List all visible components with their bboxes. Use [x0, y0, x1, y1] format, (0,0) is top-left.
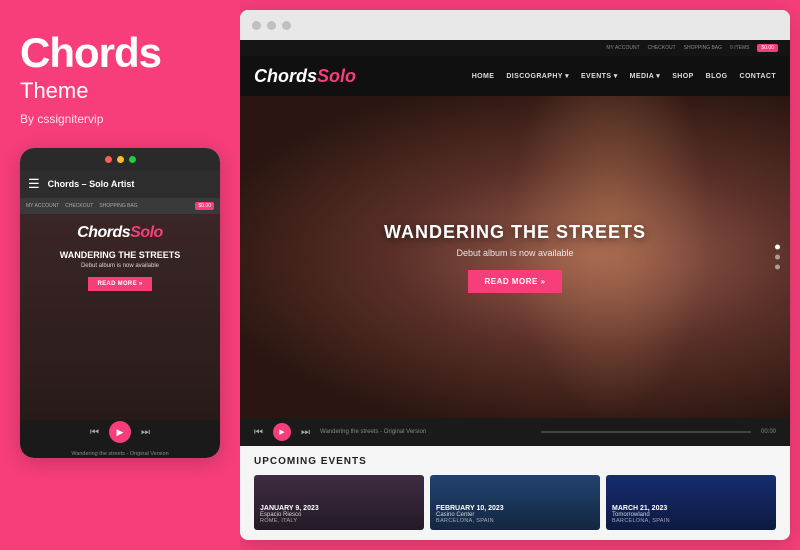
mobile-player-controls: ⏮ ▶ ⏭	[90, 421, 150, 443]
slider-dot-3[interactable]	[775, 265, 780, 270]
mobile-hero-title: WANDERING THE STREETS	[60, 250, 181, 260]
desktop-util-bar: MY ACCOUNT CHECKOUT SHOPPING BAG 0 ITEMS…	[240, 40, 790, 56]
mobile-util-account: MY ACCOUNT	[26, 203, 59, 209]
nav-shop[interactable]: SHOP	[672, 73, 693, 80]
mobile-close-dot	[105, 156, 112, 163]
event-card-1[interactable]: JANUARY 9, 2023 Espacio Riesco ROME, ITA…	[254, 475, 424, 530]
hamburger-icon[interactable]: ☰	[28, 176, 40, 192]
event-1-location: ROME, ITALY	[260, 518, 418, 524]
nav-home[interactable]: HOME	[472, 73, 495, 80]
desktop-prev-button[interactable]: ⏮	[254, 427, 263, 438]
desktop-util-checkout[interactable]: CHECKOUT	[648, 45, 676, 51]
event-card-2[interactable]: FEBRUARY 10, 2023 Casino Center BARCELON…	[430, 475, 600, 530]
desktop-next-button[interactable]: ⏭	[301, 427, 310, 438]
mobile-util-bag: SHOPPING BAG	[99, 203, 137, 209]
desktop-util-items: 0 ITEMS	[730, 45, 749, 51]
mobile-site-title: Chords – Solo Artist	[48, 179, 135, 189]
mobile-util-bar: MY ACCOUNT CHECKOUT SHOPPING BAG $0.00	[20, 198, 220, 214]
mobile-max-dot	[129, 156, 136, 163]
browser-chrome	[240, 10, 790, 40]
desktop-util-account[interactable]: MY ACCOUNT	[606, 45, 639, 51]
desktop-track-name: Wandering the streets - Original Version	[320, 429, 531, 435]
mobile-util-checkout: CHECKOUT	[65, 203, 93, 209]
nav-discography[interactable]: DISCOGRAPHY ▾	[506, 72, 569, 80]
nav-blog[interactable]: BLOG	[706, 73, 728, 80]
desktop-read-more-button[interactable]: READ MORE »	[468, 270, 561, 293]
event-2-location: BARCELONA, SPAIN	[436, 518, 594, 524]
theme-title: Chords	[20, 30, 161, 76]
mobile-top-bar	[20, 148, 220, 170]
mobile-prev-icon[interactable]: ⏮	[90, 427, 99, 438]
theme-subtitle: Theme	[20, 78, 88, 104]
desktop-hero-subtitle: Debut album is now available	[384, 248, 646, 258]
desktop-nav: ChordsSolo HOME DISCOGRAPHY ▾ EVENTS ▾ M…	[240, 56, 790, 96]
desktop-util-bag[interactable]: SHOPPING BAG	[684, 45, 722, 51]
mobile-min-dot	[117, 156, 124, 163]
browser-max-dot	[282, 21, 291, 30]
desktop-nav-items: HOME DISCOGRAPHY ▾ EVENTS ▾ MEDIA ▾ SHOP…	[472, 72, 776, 80]
desktop-play-button[interactable]: ▶	[273, 423, 291, 441]
mobile-price-badge: $0.00	[195, 202, 214, 210]
desktop-hero-title: WANDERING THE STREETS	[384, 222, 646, 243]
mobile-player: ⏮ ▶ ⏭ Wandering the streets - Original V…	[20, 420, 220, 458]
nav-contact[interactable]: CONTACT	[740, 73, 777, 80]
desktop-progress-bar[interactable]	[541, 431, 752, 433]
mobile-logo: ChordsSolo	[77, 224, 163, 242]
browser-close-dot	[252, 21, 261, 30]
desktop-logo: ChordsSolo	[254, 66, 472, 87]
mobile-mockup: ☰ Chords – Solo Artist MY ACCOUNT CHECKO…	[20, 148, 220, 458]
browser-min-dot	[267, 21, 276, 30]
mobile-track-name: Wandering the streets - Original Version	[71, 451, 168, 457]
desktop-time: 00:00	[761, 429, 776, 435]
slider-dot-2[interactable]	[775, 255, 780, 260]
mobile-hero: ChordsSolo WANDERING THE STREETS Debut a…	[20, 214, 220, 420]
event-1-date: JANUARY 9, 2023	[260, 505, 418, 512]
nav-events[interactable]: EVENTS ▾	[581, 72, 618, 80]
event-card-3[interactable]: MARCH 21, 2023 Tomorrowland BARCELONA, S…	[606, 475, 776, 530]
mobile-next-icon[interactable]: ⏭	[141, 427, 150, 438]
desktop-util-price: $0.00	[757, 44, 778, 52]
event-3-date: MARCH 21, 2023	[612, 505, 770, 512]
right-panel: MY ACCOUNT CHECKOUT SHOPPING BAG 0 ITEMS…	[240, 10, 790, 540]
slider-dot-1[interactable]	[775, 245, 780, 250]
nav-media[interactable]: MEDIA ▾	[630, 72, 661, 80]
desktop-hero-content: WANDERING THE STREETS Debut album is now…	[384, 222, 646, 293]
desktop-events: UPCOMING EVENTS JANUARY 9, 2023 Espacio …	[240, 446, 790, 540]
mobile-logo-text: ChordsSolo	[77, 224, 163, 241]
desktop-hero: WANDERING THE STREETS Debut album is now…	[240, 96, 790, 418]
events-grid: JANUARY 9, 2023 Espacio Riesco ROME, ITA…	[254, 475, 776, 530]
mobile-nav-bar: ☰ Chords – Solo Artist	[20, 170, 220, 198]
mobile-hero-subtitle: Debut album is now available	[81, 263, 159, 269]
desktop-events-title: UPCOMING EVENTS	[254, 456, 776, 467]
left-panel: Chords Theme By cssignitervip ☰ Chords –…	[0, 0, 240, 550]
event-3-location: BARCELONA, SPAIN	[612, 518, 770, 524]
event-2-date: FEBRUARY 10, 2023	[436, 505, 594, 512]
mobile-read-more-button[interactable]: READ MORE »	[88, 277, 153, 291]
desktop-slider-dots	[775, 245, 780, 270]
desktop-site: MY ACCOUNT CHECKOUT SHOPPING BAG 0 ITEMS…	[240, 40, 790, 540]
mobile-play-button[interactable]: ▶	[109, 421, 131, 443]
by-text: By cssignitervip	[20, 112, 103, 126]
desktop-player-bar: ⏮ ▶ ⏭ Wandering the streets - Original V…	[240, 418, 790, 446]
